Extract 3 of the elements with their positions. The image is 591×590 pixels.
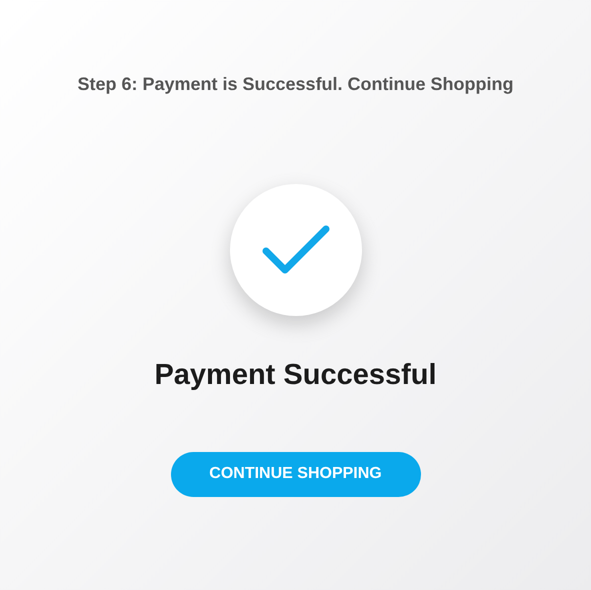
- step-caption: Step 6: Payment is Successful. Continue Shopping: [77, 73, 514, 96]
- status-title: Payment Successful: [154, 358, 437, 393]
- continue-shopping-button[interactable]: CONTINUE SHOPPING: [170, 452, 420, 496]
